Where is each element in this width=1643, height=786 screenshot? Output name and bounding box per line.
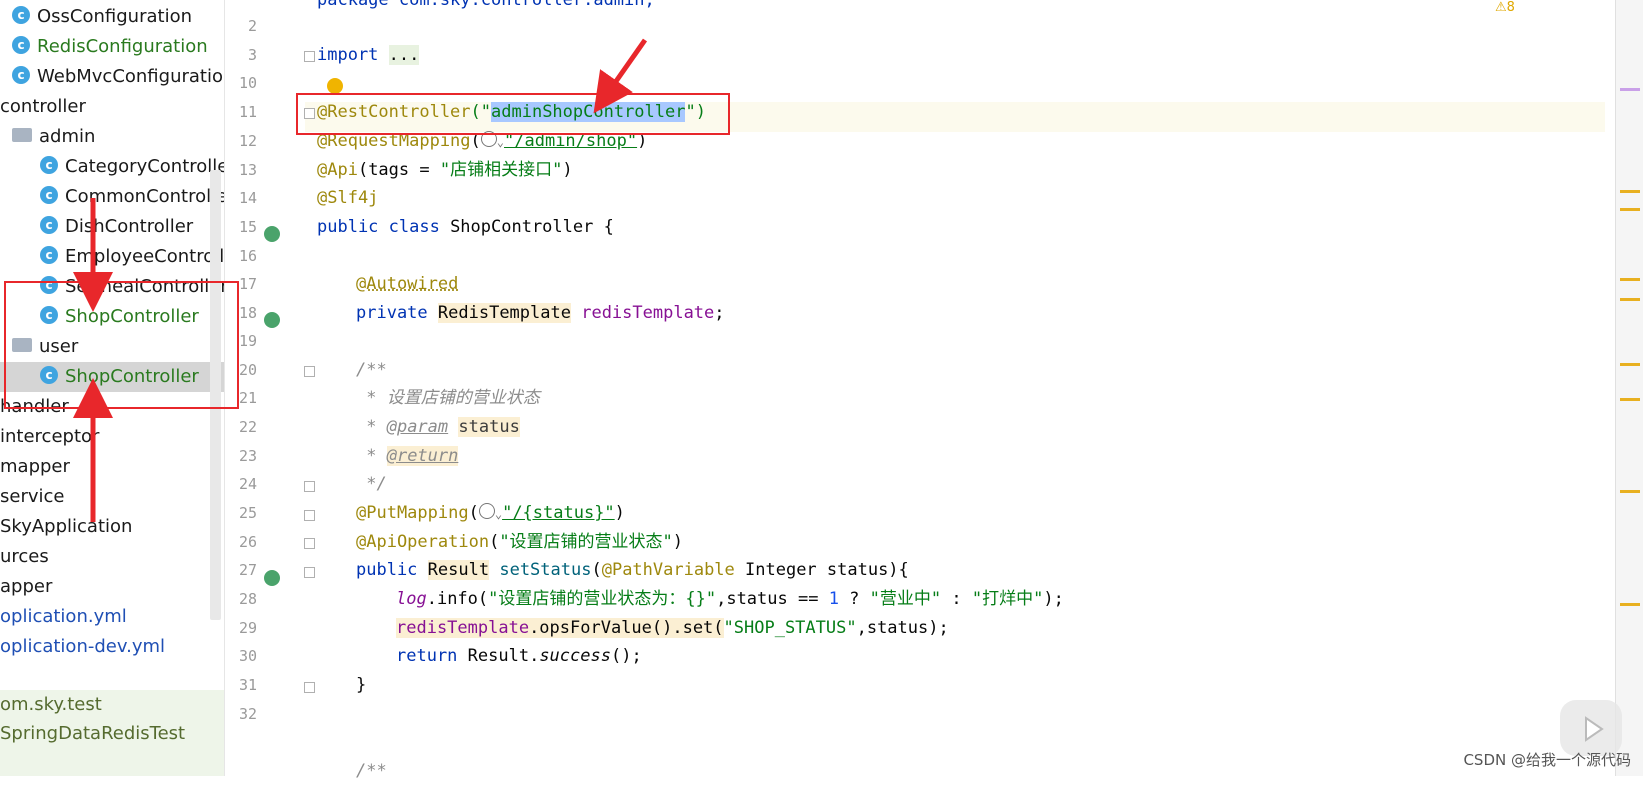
play-button[interactable] [1560,700,1622,756]
watermark: CSDN @给我一个源代码 [1463,751,1631,769]
arrow-to-bean-name [593,38,648,114]
annotation-arrows [73,38,648,522]
play-icon [1585,716,1604,742]
